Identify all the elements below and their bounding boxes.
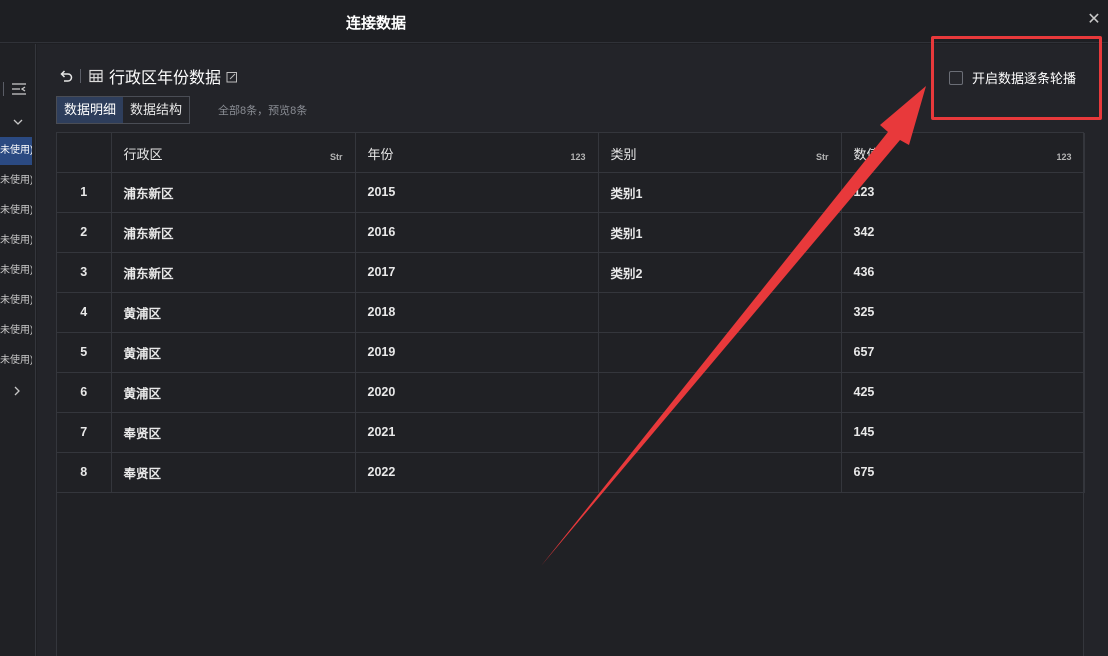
breadcrumb: 行政区年份数据: [58, 66, 238, 87]
table-cell: [598, 292, 842, 333]
table-header-row: 行政区 Str 年份 123 类别 Str 数值 123: [57, 133, 1085, 173]
table-row: 4 黄浦区 2018 325: [57, 292, 1085, 333]
table-cell: 奉贤区: [111, 412, 356, 453]
dialog-title: 连接数据: [345, 15, 406, 32]
table-cell: 425: [841, 372, 1085, 413]
column-type-badge: Str: [329, 152, 343, 162]
sidebar-item[interactable]: 未使用): [0, 227, 32, 255]
column-header[interactable]: 年份 123: [355, 133, 599, 173]
table-cell: [598, 332, 842, 373]
column-header-index: [57, 133, 112, 173]
table-row: 5 黄浦区 2019 657: [57, 332, 1085, 373]
table-cell: 325: [841, 292, 1085, 333]
table-cell: 2022: [355, 452, 599, 493]
data-table: 行政区 Str 年份 123 类别 Str 数值 123 1 浦东新区 2015 类别1 123…: [56, 132, 1085, 656]
main-panel: 行政区年份数据 数据明细 数据结构 全部8条，预览8条 开启数据逐条轮播 行政区…: [37, 36, 1108, 656]
column-header[interactable]: 类别 Str: [598, 133, 842, 173]
table-cell: [598, 372, 842, 413]
table-cell: 342: [841, 212, 1085, 253]
table-row: 8 奉贤区 2022 675: [57, 452, 1085, 493]
column-header[interactable]: 行政区 Str: [111, 133, 356, 173]
table-row: 6 黄浦区 2020 425: [57, 372, 1085, 413]
table-cell: 黄浦区: [111, 372, 356, 413]
breadcrumb-separator: [80, 69, 81, 83]
chevron-right-icon[interactable]: [12, 384, 22, 401]
column-header-label: 类别: [610, 147, 637, 162]
tab-data-detail[interactable]: 数据明细: [57, 97, 124, 123]
column-type-badge: Str: [815, 152, 829, 162]
back-icon[interactable]: [58, 68, 74, 84]
sidebar-item[interactable]: 未使用): [0, 257, 32, 285]
column-type-badge: 123: [1056, 152, 1072, 162]
table-cell: 2016: [355, 212, 599, 253]
carousel-label: 开启数据逐条轮播: [972, 71, 1077, 86]
sidebar-item[interactable]: 未使用): [0, 137, 32, 165]
column-header-label: 数值: [853, 147, 880, 162]
chevron-down-icon[interactable]: [10, 114, 26, 130]
column-type-badge: 123: [570, 152, 586, 162]
sidebar-divider: [3, 82, 4, 96]
carousel-checkbox[interactable]: [949, 70, 963, 85]
table-cell: 2018: [355, 292, 599, 333]
row-index: 6: [57, 372, 112, 413]
row-index: 3: [57, 252, 112, 293]
sidebar-item[interactable]: 未使用): [0, 197, 32, 225]
row-index: 1: [57, 172, 112, 213]
table-cell: 2017: [355, 252, 599, 293]
sidebar-toolbar: [0, 80, 36, 98]
view-tabs: 数据明细 数据结构: [56, 96, 191, 124]
table-row: 1 浦东新区 2015 类别1 123: [57, 172, 1085, 213]
table-cell: 黄浦区: [111, 292, 356, 333]
table-cell: 类别1: [598, 212, 842, 253]
table-row: 2 浦东新区 2016 类别1 342: [57, 212, 1085, 253]
table-cell: 2015: [355, 172, 599, 213]
record-count: 全部8条，预览8条: [218, 105, 308, 117]
sidebar-item[interactable]: 未使用): [0, 317, 32, 345]
carousel-toggle[interactable]: 开启数据逐条轮播: [949, 68, 1076, 87]
table-row: 7 奉贤区 2021 145: [57, 412, 1085, 453]
sidebar-item[interactable]: 未使用): [0, 347, 32, 375]
column-header-label: 年份: [367, 147, 394, 162]
table-cell: 类别1: [598, 172, 842, 213]
dialog-titlebar: 连接数据 ✕: [0, 0, 1108, 43]
table-cell: 浦东新区: [111, 172, 356, 213]
table-cell: [598, 412, 842, 453]
tab-data-structure[interactable]: 数据结构: [123, 97, 189, 123]
table-row: 3 浦东新区 2017 类别2 436: [57, 252, 1085, 293]
row-index: 2: [57, 212, 112, 253]
table-cell: 675: [841, 452, 1085, 493]
table-cell: 浦东新区: [111, 212, 356, 253]
close-icon[interactable]: ✕: [1086, 12, 1102, 28]
list-collapse-icon[interactable]: [10, 81, 28, 97]
table-cell: 145: [841, 412, 1085, 453]
table-cell: 浦东新区: [111, 252, 356, 293]
row-index: 7: [57, 412, 112, 453]
table-cell: 2019: [355, 332, 599, 373]
table-cell: 657: [841, 332, 1085, 373]
sidebar-item[interactable]: 未使用): [0, 287, 32, 315]
table-cell: 123: [841, 172, 1085, 213]
table-cell: 2021: [355, 412, 599, 453]
row-index: 8: [57, 452, 112, 493]
row-index: 5: [57, 332, 112, 373]
table-cell: [598, 452, 842, 493]
column-header-label: 行政区: [123, 147, 163, 162]
table-cell: 2020: [355, 372, 599, 413]
edit-icon[interactable]: [226, 70, 238, 83]
table-cell: 类别2: [598, 252, 842, 293]
dataset-name: 行政区年份数据: [109, 70, 222, 87]
row-index: 4: [57, 292, 112, 333]
sidebar-item[interactable]: 未使用): [0, 167, 32, 195]
table-cell: 黄浦区: [111, 332, 356, 373]
table-icon: [89, 69, 103, 83]
column-header[interactable]: 数值 123: [841, 133, 1085, 173]
table-cell: 奉贤区: [111, 452, 356, 493]
table-cell: 436: [841, 252, 1085, 293]
sidebar: 未使用) 未使用) 未使用) 未使用) 未使用) 未使用) 未使用) 未使用): [0, 44, 36, 656]
